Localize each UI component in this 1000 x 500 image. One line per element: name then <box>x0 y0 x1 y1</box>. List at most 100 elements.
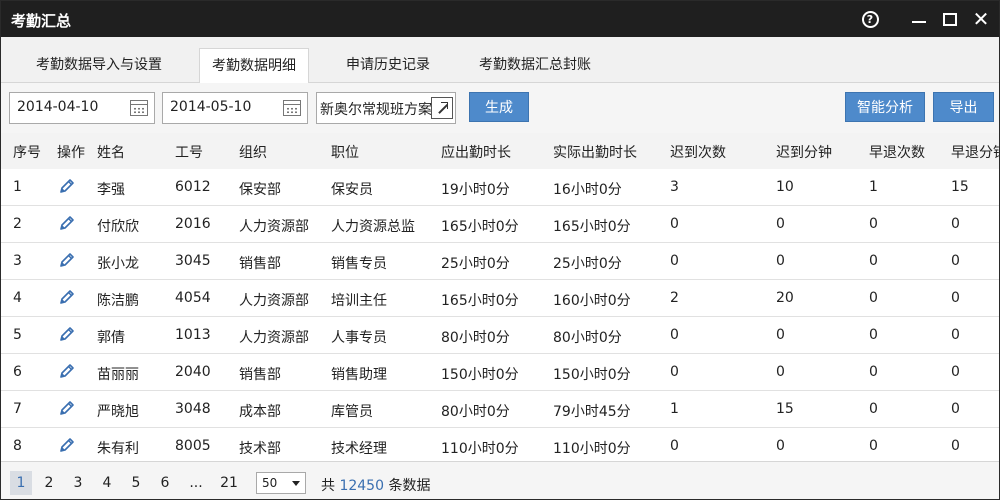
column-header[interactable]: 姓名 <box>97 142 125 162</box>
employee-name: 张小龙 <box>97 256 139 272</box>
row-number: 4 <box>13 290 22 306</box>
minimize-button[interactable] <box>907 7 931 31</box>
late-minutes: 15 <box>776 401 794 417</box>
pencil-icon[interactable] <box>58 251 76 269</box>
pencil-icon[interactable] <box>58 436 76 454</box>
early-leave-count: 0 <box>869 401 878 417</box>
due-hours: 19小时0分 <box>441 182 510 198</box>
pagination: 1 2 3 4 5 6 ... 21 50 共 12450 条数据 <box>1 461 999 499</box>
pencil-icon[interactable] <box>58 288 76 306</box>
table-row[interactable]: 2 付欣欣 2016 人力资源部 人力资源总监 165小时0分 165小时0分 0 0 0 0 <box>1 206 999 243</box>
page-button-21[interactable]: 21 <box>216 471 242 495</box>
row-number: 1 <box>13 179 22 195</box>
late-minutes: 10 <box>776 179 794 195</box>
column-header[interactable]: 工号 <box>175 142 203 162</box>
end-date-picker[interactable]: 2014-05-10 <box>162 92 308 124</box>
employee-name: 朱有利 <box>97 441 139 457</box>
plan-selector[interactable]: 新奥尔常规班方案 <box>316 92 456 124</box>
actual-hours: 79小时45分 <box>553 404 631 420</box>
early-leave-minutes: 15 <box>951 179 969 195</box>
tab-summary-close[interactable]: 考勤数据汇总封账 <box>467 48 603 84</box>
generate-button[interactable]: 生成 <box>469 92 529 122</box>
table-header: 序号 操作 姓名 工号 组织 职位 应出勤时长 实际出勤时长 迟到次数 迟到分钟… <box>1 133 999 169</box>
early-leave-count: 0 <box>869 327 878 343</box>
page-button-1[interactable]: 1 <box>10 471 32 495</box>
page-size-select[interactable]: 50 <box>256 472 306 494</box>
pencil-icon[interactable] <box>58 177 76 195</box>
organization: 人力资源部 <box>239 293 309 309</box>
table-row[interactable]: 6 苗丽丽 2040 销售部 销售助理 150小时0分 150小时0分 0 0 0 0 <box>1 354 999 391</box>
early-leave-minutes: 0 <box>951 216 960 232</box>
position: 培训主任 <box>331 293 387 309</box>
employee-id: 2016 <box>175 216 211 232</box>
pencil-icon[interactable] <box>58 214 76 232</box>
pencil-icon[interactable] <box>58 362 76 380</box>
early-leave-minutes: 0 <box>951 364 960 380</box>
early-leave-count: 0 <box>869 364 878 380</box>
smart-analysis-button[interactable]: 智能分析 <box>845 92 925 122</box>
early-leave-minutes: 0 <box>951 290 960 306</box>
late-count: 0 <box>670 327 679 343</box>
table-row[interactable]: 8 朱有利 8005 技术部 技术经理 110小时0分 110小时0分 0 0 0 0 <box>1 428 999 461</box>
position: 库管员 <box>331 404 373 420</box>
tab-import-settings[interactable]: 考勤数据导入与设置 <box>21 48 177 84</box>
page-button-3[interactable]: 3 <box>68 471 88 495</box>
late-count: 0 <box>670 216 679 232</box>
column-header[interactable]: 序号 <box>13 142 41 162</box>
start-date-value: 2014-04-10 <box>17 99 99 115</box>
late-minutes: 0 <box>776 216 785 232</box>
table-row[interactable]: 1 李强 6012 保安部 保安员 19小时0分 16小时0分 3 10 1 15 <box>1 169 999 206</box>
table-row[interactable]: 4 陈洁鹏 4054 人力资源部 培训主任 165小时0分 160小时0分 2 20 0 0 <box>1 280 999 317</box>
row-number: 7 <box>13 401 22 417</box>
page-button-2[interactable]: 2 <box>39 471 59 495</box>
column-header[interactable]: 迟到次数 <box>670 142 726 162</box>
calendar-icon[interactable] <box>130 100 148 116</box>
external-link-icon[interactable] <box>431 97 453 119</box>
total-count-text: 共 12450 条数据 <box>321 475 430 495</box>
total-prefix: 共 <box>321 478 335 494</box>
close-button[interactable]: ✕ <box>969 7 993 31</box>
page-button-4[interactable]: 4 <box>97 471 117 495</box>
tab-application-history[interactable]: 申请历史记录 <box>333 48 443 84</box>
pencil-icon[interactable] <box>58 399 76 417</box>
column-header[interactable]: 组织 <box>239 142 267 162</box>
column-header[interactable]: 职位 <box>331 142 359 162</box>
row-number: 5 <box>13 327 22 343</box>
due-hours: 165小时0分 <box>441 219 519 235</box>
early-leave-count: 1 <box>869 179 878 195</box>
table-row[interactable]: 3 张小龙 3045 销售部 销售专员 25小时0分 25小时0分 0 0 0 0 <box>1 243 999 280</box>
export-button[interactable]: 导出 <box>933 92 994 122</box>
employee-id: 8005 <box>175 438 211 454</box>
column-header[interactable]: 实际出勤时长 <box>553 142 637 162</box>
table-row[interactable]: 7 严晓旭 3048 成本部 库管员 80小时0分 79小时45分 1 15 0 0 <box>1 391 999 428</box>
page-button-5[interactable]: 5 <box>126 471 146 495</box>
column-header[interactable]: 操作 <box>57 142 85 162</box>
employee-name: 李强 <box>97 182 125 198</box>
tab-bar: 考勤数据导入与设置 考勤数据明细 申请历史记录 考勤数据汇总封账 <box>1 37 999 84</box>
minimize-icon <box>912 21 926 23</box>
table-row[interactable]: 5 郭倩 1013 人力资源部 人事专员 80小时0分 80小时0分 0 0 0 0 <box>1 317 999 354</box>
calendar-icon[interactable] <box>283 100 301 116</box>
column-header[interactable]: 早退分钟 <box>951 142 999 162</box>
column-header[interactable]: 迟到分钟 <box>776 142 832 162</box>
help-button[interactable]: ? <box>858 7 882 31</box>
maximize-icon <box>943 12 957 26</box>
late-count: 1 <box>670 401 679 417</box>
due-hours: 165小时0分 <box>441 293 519 309</box>
maximize-button[interactable] <box>938 7 962 31</box>
early-leave-count: 0 <box>869 216 878 232</box>
early-leave-count: 0 <box>869 290 878 306</box>
start-date-picker[interactable]: 2014-04-10 <box>9 92 155 124</box>
actual-hours: 25小时0分 <box>553 256 622 272</box>
early-leave-minutes: 0 <box>951 401 960 417</box>
early-leave-minutes: 0 <box>951 438 960 454</box>
help-circle-icon: ? <box>861 10 879 28</box>
column-header[interactable]: 早退次数 <box>869 142 925 162</box>
late-minutes: 0 <box>776 253 785 269</box>
row-number: 2 <box>13 216 22 232</box>
filter-toolbar: 2014-04-10 2014-05-10 新奥尔常规班方案 生成 智能分析 导… <box>1 83 999 133</box>
tab-detail[interactable]: 考勤数据明细 <box>199 48 309 84</box>
column-header[interactable]: 应出勤时长 <box>441 142 511 162</box>
page-button-6[interactable]: 6 <box>155 471 175 495</box>
pencil-icon[interactable] <box>58 325 76 343</box>
